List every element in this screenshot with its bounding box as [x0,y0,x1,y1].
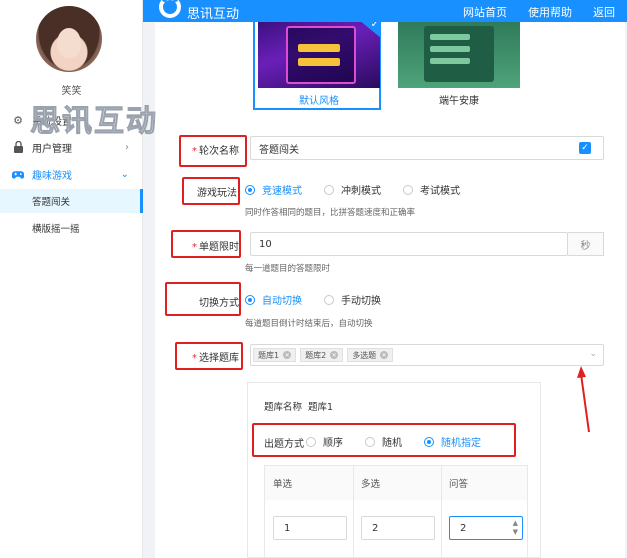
column-header-single: 单选 [265,466,353,500]
nav-link-help[interactable]: 使用帮助 [528,4,572,20]
switch-mode-label: 切换方式 [199,298,239,309]
column-divider [441,466,442,558]
gamepad-icon [12,168,24,180]
tag-close-icon[interactable]: ✕ [380,351,389,359]
top-bar: 思讯互动 网站首页 使用帮助 返回 [143,0,627,22]
draw-method-radio-group: 顺序 随机 随机指定 [306,434,503,449]
radio-random[interactable]: 随机 [365,434,402,449]
theme-preview-image [258,22,380,88]
time-limit-unit: 秒 [568,232,604,256]
switch-mode-hint: 每道题目倒计时结束后，自动切换 [245,319,373,329]
radio-speed-mode[interactable]: 竞速模式 [245,182,302,197]
bank-name-row: 题库名称 题库1 [264,402,334,413]
submenu-item-shake[interactable]: 横版摇一摇 [0,216,143,240]
brand-name: 思讯互动 [187,7,240,22]
radio-exam-mode[interactable]: 考试模式 [403,182,460,197]
question-bank-label: * 选择题库 [192,353,239,364]
username: 笑笑 [61,86,82,97]
main-panel: ✓ 默认风格 端午安康 * 轮次名称 答题闯关 ✓ 游戏玩法 竞速模式 冲刺模式 … [155,20,625,558]
radio-manual-switch[interactable]: 手动切换 [324,292,381,307]
switch-mode-radio-group: 自动切换 手动切换 [245,292,403,307]
brand-logo-icon [159,0,181,18]
draw-method-label: 出题方式 [264,439,304,450]
sidebar-item-fun-games[interactable]: 趣味游戏 ⌄ [0,162,143,186]
theme-card-default[interactable]: ✓ 默认风格 [253,20,381,110]
game-mode-hint: 同时作答相同的题目，比拼答题速度和正确率 [245,208,416,218]
game-mode-radio-group: 竞速模式 冲刺模式 考试模式 [245,182,482,197]
theme-card-dragon-boat[interactable]: 端午安康 [395,22,523,110]
nav-link-back[interactable]: 返回 [593,4,615,20]
annotation-arrow [577,366,590,433]
tag-bank-2: 题库2 ✕ [300,348,344,362]
sidebar-item-system-settings[interactable]: ⚙ 系统设置 [0,108,143,132]
round-name-checkbox[interactable]: ✓ [579,142,591,154]
time-limit-hint: 每一道题目的答题限时 [245,264,331,274]
avatar[interactable] [36,6,102,72]
radio-sprint-mode[interactable]: 冲刺模式 [324,182,381,197]
radio-auto-switch[interactable]: 自动切换 [245,292,302,307]
submenu-item-quiz[interactable]: 答题闯关 [0,189,143,213]
radio-sequential[interactable]: 顺序 [306,434,343,449]
multi-count-input[interactable]: 2 [361,516,435,540]
lock-icon [12,141,24,153]
theme-preview-image [398,22,520,88]
time-limit-input[interactable]: 10 [250,232,568,256]
chevron-down-icon: ⌄ [589,349,597,359]
chevron-right-icon: › [125,141,129,153]
qa-count-input[interactable]: 2 ▲ ▼ [449,516,523,540]
time-limit-label: * 单题限时 [192,242,239,253]
sidebar-item-label: 用户管理 [32,143,72,155]
avatar-face [57,28,81,58]
question-count-table: 单选 多选 问答 1 2 2 ▲ ▼ [264,465,528,558]
tag-close-icon[interactable]: ✕ [330,351,339,359]
theme-label: 端午安康 [439,96,479,107]
question-bank-select[interactable]: 题库1 ✕ 题库2 ✕ 多选题 ✕ ⌄ [250,344,604,366]
column-divider [353,466,354,558]
single-count-input[interactable]: 1 [273,516,347,540]
sidebar-item-user-management[interactable]: 用户管理 › [0,135,143,159]
sidebar-item-label: 系统设置 [32,116,72,128]
stepper-arrows-icon[interactable]: ▲ ▼ [513,519,518,537]
tag-close-icon[interactable]: ✕ [283,351,292,359]
tag-multi-choice: 多选题 ✕ [347,348,394,362]
bank-detail-card: 题库名称 题库1 出题方式 顺序 随机 随机指定 单选 多选 问答 1 2 2 ▲… [247,382,541,558]
column-header-multi: 多选 [353,466,441,500]
column-header-qa: 问答 [441,466,527,500]
sidebar: 笑笑 ⚙ 系统设置 用户管理 › 趣味游戏 ⌄ 答题闯关 横版摇一摇 [0,0,143,558]
theme-label: 默认风格 [299,96,339,107]
round-name-input[interactable]: 答题闯关 [250,136,604,160]
nav-link-home[interactable]: 网站首页 [463,4,507,20]
round-name-label: * 轮次名称 [192,146,239,157]
chevron-down-icon: ⌄ [120,168,129,180]
sidebar-item-label: 趣味游戏 [32,170,72,182]
radio-random-specified[interactable]: 随机指定 [424,434,481,449]
game-mode-label: 游戏玩法 [197,188,237,199]
gear-icon: ⚙ [13,113,23,127]
tag-bank-1: 题库1 ✕ [253,348,297,362]
